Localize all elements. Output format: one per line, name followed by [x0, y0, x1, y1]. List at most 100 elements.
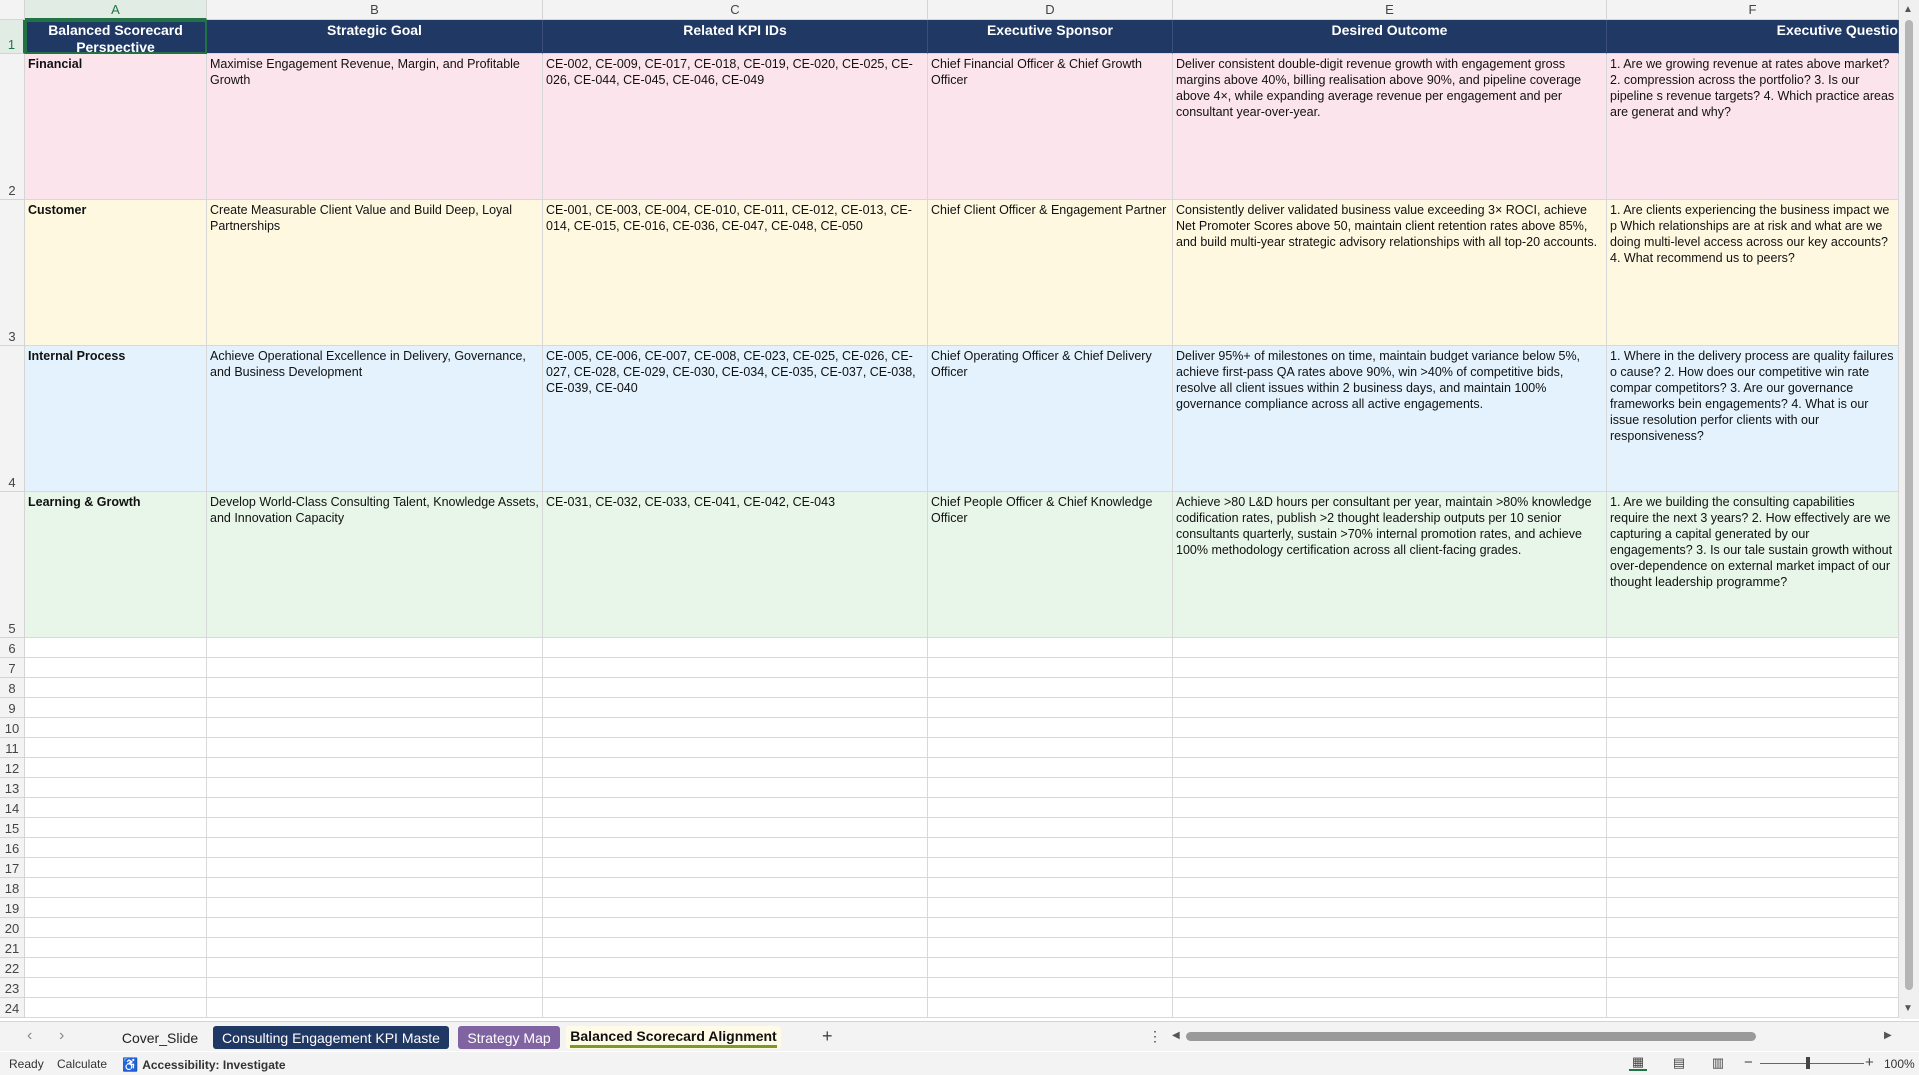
cell-perspective[interactable]: Financial: [25, 54, 207, 200]
empty-cell[interactable]: [1607, 698, 1899, 718]
row-header[interactable]: 2: [0, 54, 25, 200]
column-header-a[interactable]: A: [25, 0, 207, 20]
cell-executive-questions[interactable]: 1. Where in the delivery process are qua…: [1607, 346, 1899, 492]
row-header[interactable]: 14: [0, 798, 25, 818]
row-header[interactable]: 15: [0, 818, 25, 838]
empty-cell[interactable]: [543, 778, 928, 798]
empty-cell[interactable]: [543, 878, 928, 898]
row-header[interactable]: 3: [0, 200, 25, 346]
column-header-c[interactable]: C: [543, 0, 928, 20]
row-header[interactable]: 8: [0, 678, 25, 698]
sheet-tab-cover-slide[interactable]: Cover_Slide: [112, 1026, 208, 1049]
empty-cell[interactable]: [1173, 798, 1607, 818]
empty-cell[interactable]: [25, 938, 207, 958]
cell-executive-questions[interactable]: 1. Are we growing revenue at rates above…: [1607, 54, 1899, 200]
row-header[interactable]: 6: [0, 638, 25, 658]
empty-cell[interactable]: [207, 818, 543, 838]
empty-cell[interactable]: [25, 818, 207, 838]
empty-cell[interactable]: [25, 718, 207, 738]
empty-cell[interactable]: [1607, 798, 1899, 818]
empty-cell[interactable]: [928, 758, 1173, 778]
empty-cell[interactable]: [1173, 838, 1607, 858]
row-header[interactable]: 16: [0, 838, 25, 858]
empty-cell[interactable]: [207, 638, 543, 658]
empty-cell[interactable]: [928, 998, 1173, 1018]
empty-cell[interactable]: [1173, 878, 1607, 898]
empty-cell[interactable]: [207, 958, 543, 978]
zoom-slider-thumb[interactable]: [1806, 1057, 1810, 1069]
empty-cell[interactable]: [928, 898, 1173, 918]
empty-cell[interactable]: [25, 958, 207, 978]
empty-cell[interactable]: [207, 898, 543, 918]
cell-strategic-goal[interactable]: Develop World-Class Consulting Talent, K…: [207, 492, 543, 638]
empty-cell[interactable]: [928, 738, 1173, 758]
empty-cell[interactable]: [207, 978, 543, 998]
empty-cell[interactable]: [1607, 778, 1899, 798]
scroll-left-icon[interactable]: ◀: [1172, 1030, 1180, 1041]
empty-cell[interactable]: [928, 718, 1173, 738]
empty-cell[interactable]: [928, 778, 1173, 798]
empty-cell[interactable]: [1173, 918, 1607, 938]
cell-executive-questions[interactable]: 1. Are we building the consulting capabi…: [1607, 492, 1899, 638]
row-header[interactable]: 13: [0, 778, 25, 798]
empty-cell[interactable]: [543, 818, 928, 838]
row-header[interactable]: 4: [0, 346, 25, 492]
row-header[interactable]: 20: [0, 918, 25, 938]
empty-cell[interactable]: [543, 638, 928, 658]
empty-cell[interactable]: [1607, 998, 1899, 1018]
empty-cell[interactable]: [543, 958, 928, 978]
row-header[interactable]: 21: [0, 938, 25, 958]
empty-cell[interactable]: [1173, 738, 1607, 758]
row-header[interactable]: 11: [0, 738, 25, 758]
cell-executive-sponsor[interactable]: Chief Client Officer & Engagement Partne…: [928, 200, 1173, 346]
cell-perspective[interactable]: Customer: [25, 200, 207, 346]
cell-kpi-ids[interactable]: CE-005, CE-006, CE-007, CE-008, CE-023, …: [543, 346, 928, 492]
empty-cell[interactable]: [25, 798, 207, 818]
cell-desired-outcome[interactable]: Deliver 95%+ of milestones on time, main…: [1173, 346, 1607, 492]
scroll-down-icon[interactable]: ▼: [1903, 1003, 1913, 1014]
sheet-tab-strategy-map[interactable]: Strategy Map: [458, 1026, 560, 1049]
empty-cell[interactable]: [25, 858, 207, 878]
empty-cell[interactable]: [543, 998, 928, 1018]
empty-cell[interactable]: [543, 798, 928, 818]
cell-desired-outcome[interactable]: Achieve >80 L&D hours per consultant per…: [1173, 492, 1607, 638]
add-sheet-button[interactable]: +: [822, 1026, 833, 1047]
empty-cell[interactable]: [1173, 938, 1607, 958]
empty-cell[interactable]: [928, 878, 1173, 898]
empty-cell[interactable]: [928, 958, 1173, 978]
cell-perspective[interactable]: Learning & Growth: [25, 492, 207, 638]
empty-cell[interactable]: [25, 698, 207, 718]
empty-cell[interactable]: [928, 938, 1173, 958]
zoom-level[interactable]: 100%: [1884, 1057, 1915, 1071]
cell-desired-outcome[interactable]: Deliver consistent double-digit revenue …: [1173, 54, 1607, 200]
cell-executive-sponsor[interactable]: Chief Financial Officer & Chief Growth O…: [928, 54, 1173, 200]
column-header-e[interactable]: E: [1173, 0, 1607, 20]
zoom-slider-track[interactable]: [1760, 1063, 1864, 1064]
chevron-left-icon[interactable]: ‹: [27, 1027, 32, 1045]
column-header-f[interactable]: F: [1607, 0, 1899, 20]
empty-cell[interactable]: [543, 718, 928, 738]
page-break-icon[interactable]: ▥: [1709, 1055, 1727, 1071]
row-header[interactable]: 23: [0, 978, 25, 998]
vertical-scrollbar[interactable]: ▲ ▼: [1899, 0, 1919, 1019]
empty-cell[interactable]: [1607, 878, 1899, 898]
row-header[interactable]: 17: [0, 858, 25, 878]
empty-cell[interactable]: [928, 678, 1173, 698]
empty-cell[interactable]: [1607, 918, 1899, 938]
empty-cell[interactable]: [543, 918, 928, 938]
cell-strategic-goal[interactable]: Create Measurable Client Value and Build…: [207, 200, 543, 346]
empty-cell[interactable]: [543, 858, 928, 878]
header-cell-executive-questions[interactable]: Executive Questio: [1607, 20, 1899, 54]
empty-cell[interactable]: [207, 678, 543, 698]
row-header[interactable]: 22: [0, 958, 25, 978]
empty-cell[interactable]: [25, 918, 207, 938]
row-header[interactable]: 18: [0, 878, 25, 898]
empty-cell[interactable]: [1173, 638, 1607, 658]
empty-cell[interactable]: [1173, 758, 1607, 778]
empty-cell[interactable]: [207, 658, 543, 678]
empty-cell[interactable]: [25, 838, 207, 858]
header-cell-desired-outcome[interactable]: Desired Outcome: [1173, 20, 1607, 54]
column-header-b[interactable]: B: [207, 0, 543, 20]
row-header[interactable]: 9: [0, 698, 25, 718]
horizontal-scrollbar[interactable]: ◀ ▶: [1172, 1030, 1892, 1044]
